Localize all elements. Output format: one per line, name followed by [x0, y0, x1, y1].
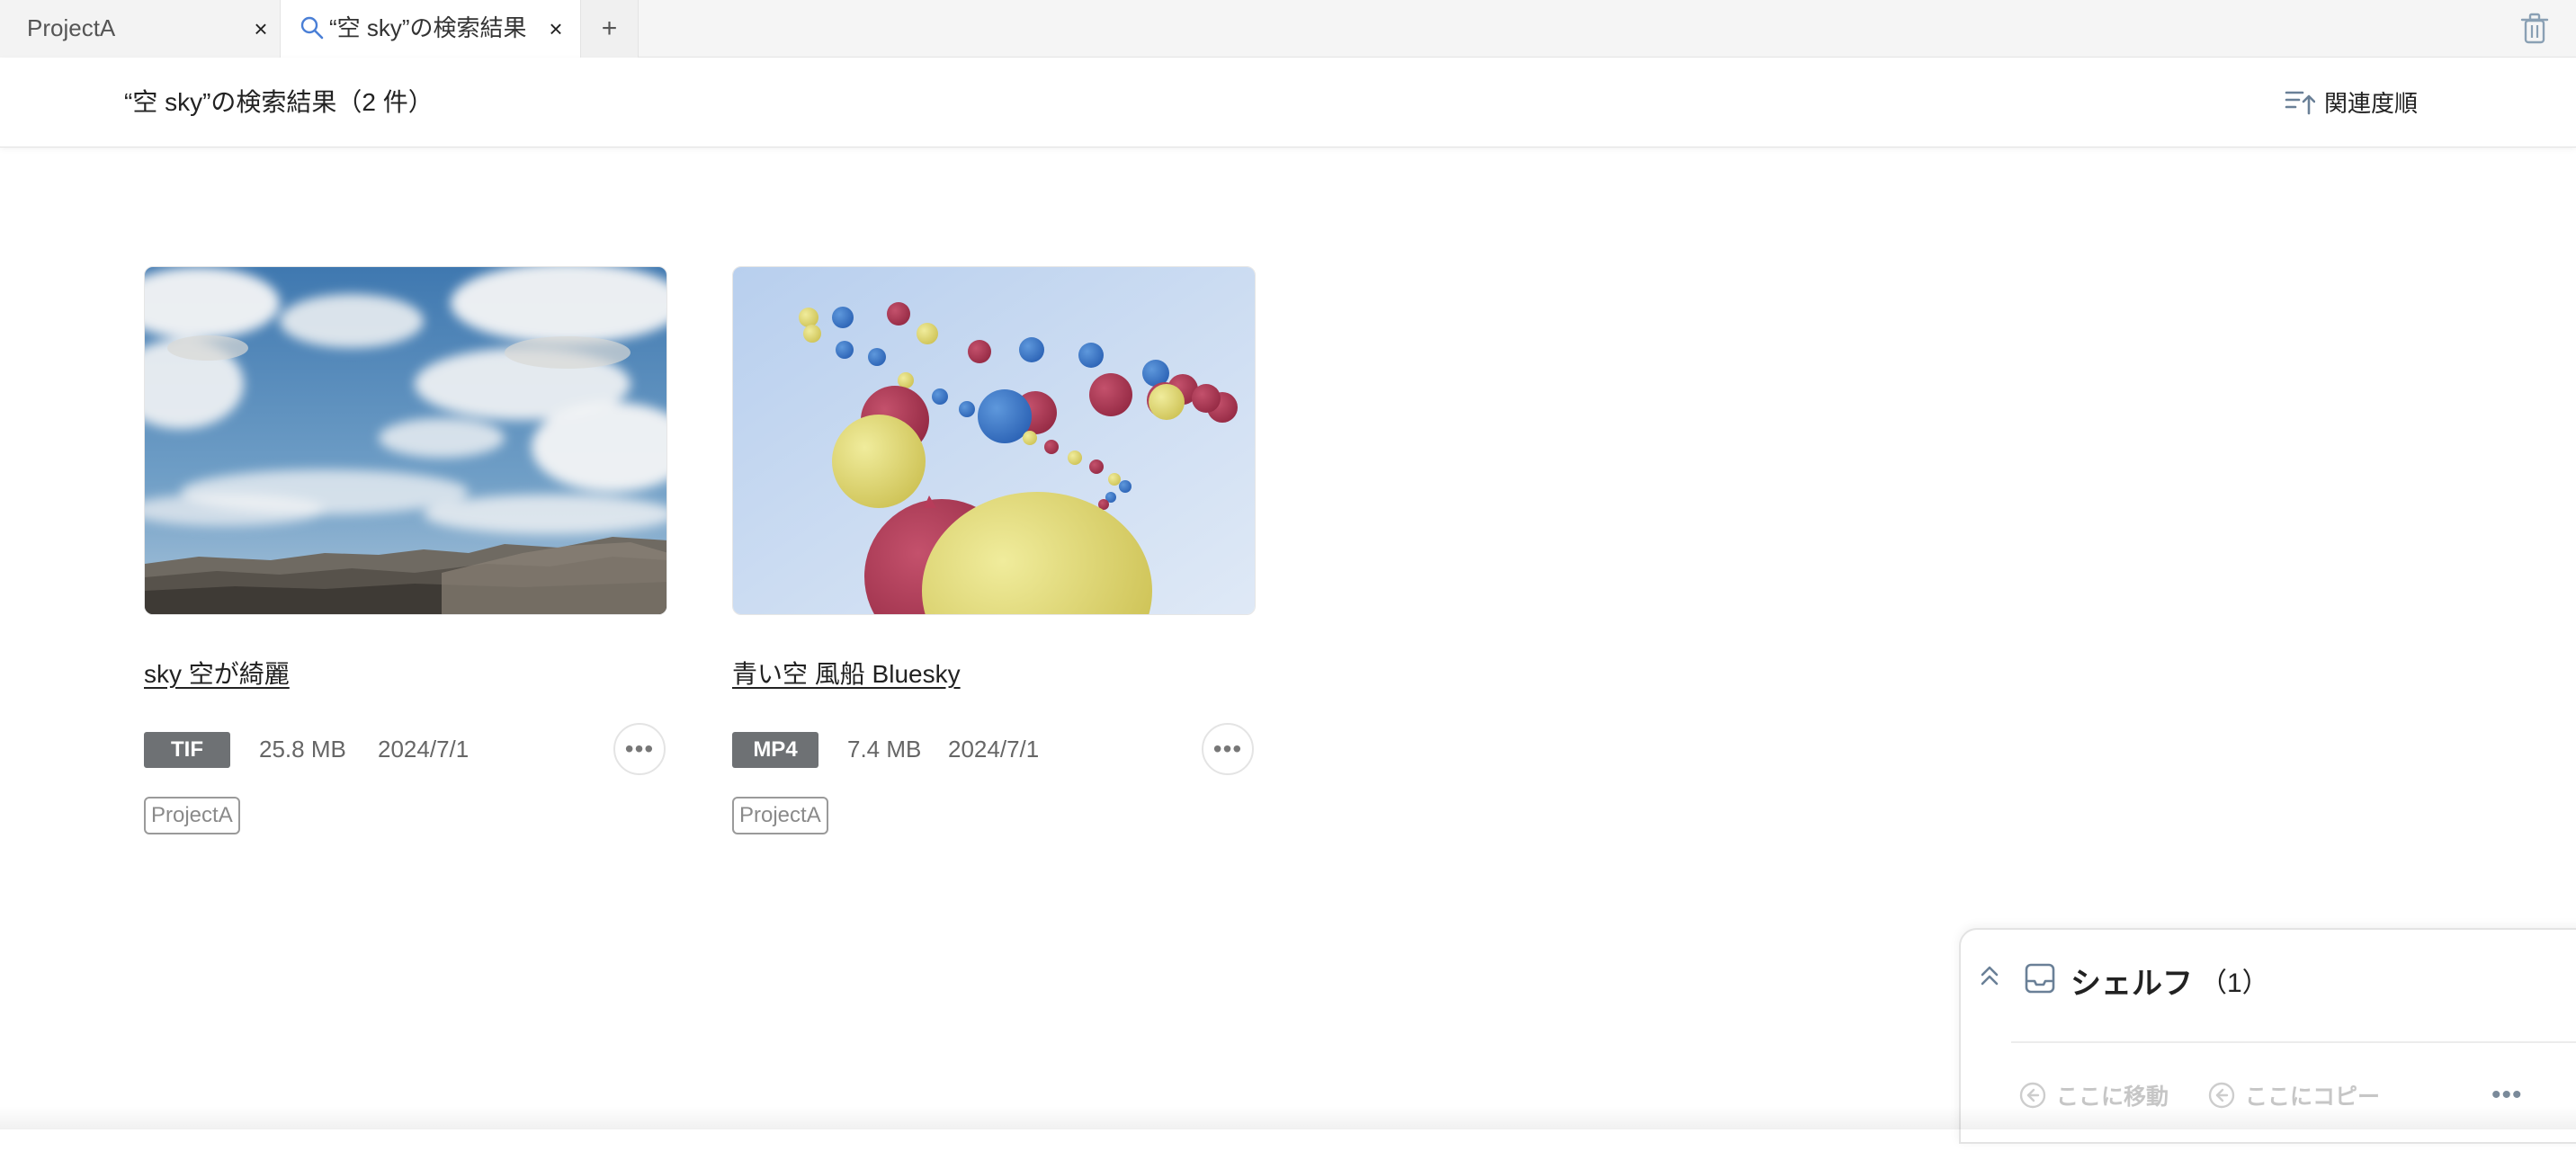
- shelf-actions: ここに移動 ここにコピー •••: [2011, 1041, 2576, 1151]
- sort-icon: [2285, 91, 2315, 115]
- shelf-title: シェルフ: [2071, 967, 2193, 1001]
- project-tag[interactable]: ProjectA: [144, 797, 240, 834]
- bottom-shadow: [0, 1106, 2576, 1129]
- project-tag[interactable]: ProjectA: [732, 797, 828, 834]
- trash-button[interactable]: [2506, 0, 2563, 58]
- format-badge: TIF: [144, 732, 230, 768]
- tab-search-results[interactable]: “空 sky”の検索結果 ×: [281, 0, 581, 58]
- tab-projecta[interactable]: ProjectA ×: [0, 0, 281, 58]
- tab-label: ProjectA: [27, 14, 116, 41]
- tab-close-button[interactable]: ×: [248, 16, 273, 41]
- sky-landscape-image: [145, 267, 666, 614]
- file-date: 2024/7/1: [378, 736, 470, 763]
- asset-meta: MP4 7.4 MB 2024/7/1 •••: [732, 723, 1256, 775]
- more-options-button[interactable]: •••: [1202, 723, 1254, 775]
- more-options-button[interactable]: •••: [613, 723, 666, 775]
- thumbnail-sky-landscape[interactable]: [144, 266, 667, 615]
- shelf-count: （1）: [2200, 968, 2269, 998]
- tab-label: “空 sky”の検索結果: [329, 14, 527, 41]
- asset-meta: TIF 25.8 MB 2024/7/1 •••: [144, 723, 667, 775]
- inbox-icon: [2025, 963, 2055, 994]
- asset-card[interactable]: 青い空 風船 Bluesky MP4 7.4 MB 2024/7/1 ••• P…: [732, 266, 1256, 842]
- file-size: 25.8 MB: [259, 736, 346, 763]
- format-badge: MP4: [732, 732, 818, 768]
- balloons-image: [733, 267, 1255, 614]
- tab-close-button[interactable]: ×: [543, 16, 568, 41]
- file-date: 2024/7/1: [948, 736, 1040, 763]
- add-tab-button[interactable]: +: [581, 0, 639, 58]
- tab-bar: ProjectA × “空 sky”の検索結果 × +: [0, 0, 2576, 58]
- results-header: “空 sky”の検索結果（2 件） 関連度順: [0, 58, 2576, 147]
- asset-title[interactable]: sky 空が綺麗: [144, 655, 290, 691]
- sort-relevance-button[interactable]: 関連度順: [2285, 81, 2418, 122]
- sort-label: 関連度順: [2324, 89, 2419, 117]
- file-size: 7.4 MB: [847, 736, 922, 763]
- asset-title[interactable]: 青い空 風船 Bluesky: [732, 655, 961, 691]
- trash-icon: [2520, 13, 2549, 44]
- search-icon: [300, 16, 324, 40]
- page-title: “空 sky”の検索結果（2 件）: [124, 88, 434, 116]
- double-chevron-up-icon[interactable]: [1977, 962, 2002, 991]
- asset-card[interactable]: sky 空が綺麗 TIF 25.8 MB 2024/7/1 ••• Projec…: [144, 266, 667, 842]
- thumbnail-balloons[interactable]: [732, 266, 1256, 615]
